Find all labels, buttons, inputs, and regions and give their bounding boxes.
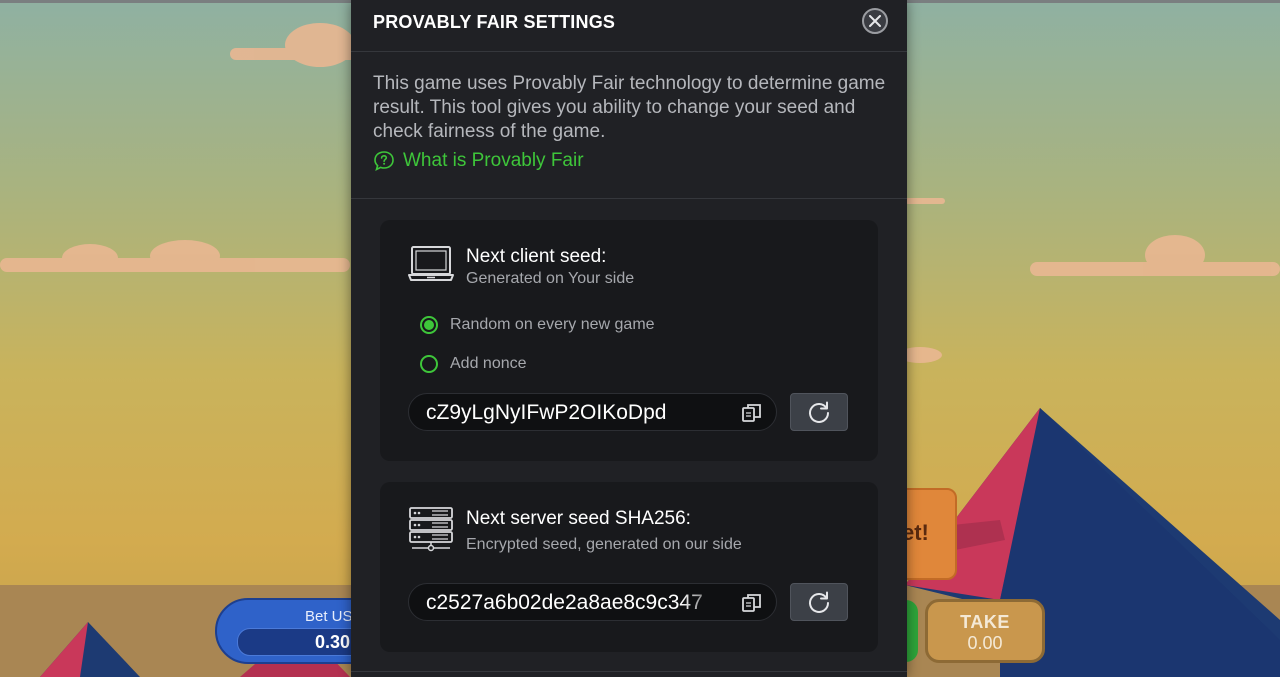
server-seed-card: Next server seed SHA256: Encrypted seed,… xyxy=(380,482,878,652)
client-seed-subtitle: Generated on Your side xyxy=(466,270,635,287)
radio-button-selected[interactable] xyxy=(420,316,438,334)
take-value: 0.00 xyxy=(967,633,1003,653)
refresh-icon xyxy=(809,401,829,423)
bottom-divider xyxy=(351,671,907,672)
modal-header: PROVABLY FAIR SETTINGS xyxy=(351,0,907,52)
take-label: TAKE xyxy=(960,612,1010,632)
server-seed-title: Next server seed SHA256: xyxy=(466,508,691,529)
client-seed-title: Next client seed: xyxy=(466,246,607,267)
divider xyxy=(351,198,907,199)
client-seed-value: cZ9yLgNyIFwP2OIKoDpd xyxy=(426,401,667,424)
client-seed-card: Next client seed: Generated on Your side… xyxy=(380,220,878,461)
server-seed-subtitle: Encrypted seed, generated on our side xyxy=(466,536,742,553)
modal-title: PROVABLY FAIR SETTINGS xyxy=(373,12,616,32)
what-is-provably-fair-link[interactable]: What is Provably Fair xyxy=(373,150,584,172)
copy-icon[interactable] xyxy=(741,592,763,614)
radio-label: Add nonce xyxy=(450,355,527,372)
take-button[interactable]: TAKE 0.00 xyxy=(925,599,1045,663)
laptop-icon xyxy=(408,246,454,281)
refresh-icon xyxy=(809,591,829,613)
provably-fair-modal: PROVABLY FAIR SETTINGS This game uses Pr… xyxy=(351,0,907,677)
server-icon xyxy=(409,507,453,552)
radio-random-every-game[interactable]: Random on every new game xyxy=(420,316,655,334)
radio-label: Random on every new game xyxy=(450,316,655,333)
client-seed-input[interactable]: cZ9yLgNyIFwP2OIKoDpd xyxy=(408,393,777,431)
radio-button[interactable] xyxy=(420,355,438,373)
bet-label: Bet US xyxy=(305,608,353,625)
close-icon xyxy=(869,15,881,27)
client-seed-refresh-button[interactable] xyxy=(790,393,848,431)
question-bubble-icon xyxy=(374,151,394,172)
bet-value: 0.30 xyxy=(315,632,351,652)
close-button[interactable] xyxy=(862,8,888,34)
server-seed-value: c2527a6b02de2a8ae8c9c347 xyxy=(426,591,703,614)
server-seed-refresh-button[interactable] xyxy=(790,583,848,621)
copy-icon[interactable] xyxy=(741,402,763,424)
radio-add-nonce[interactable]: Add nonce xyxy=(420,355,527,373)
intro-text: This game uses Provably Fair technology … xyxy=(373,73,886,142)
server-seed-field[interactable]: c2527a6b02de2a8ae8c9c347 xyxy=(408,583,777,621)
link-label: What is Provably Fair xyxy=(403,150,584,171)
